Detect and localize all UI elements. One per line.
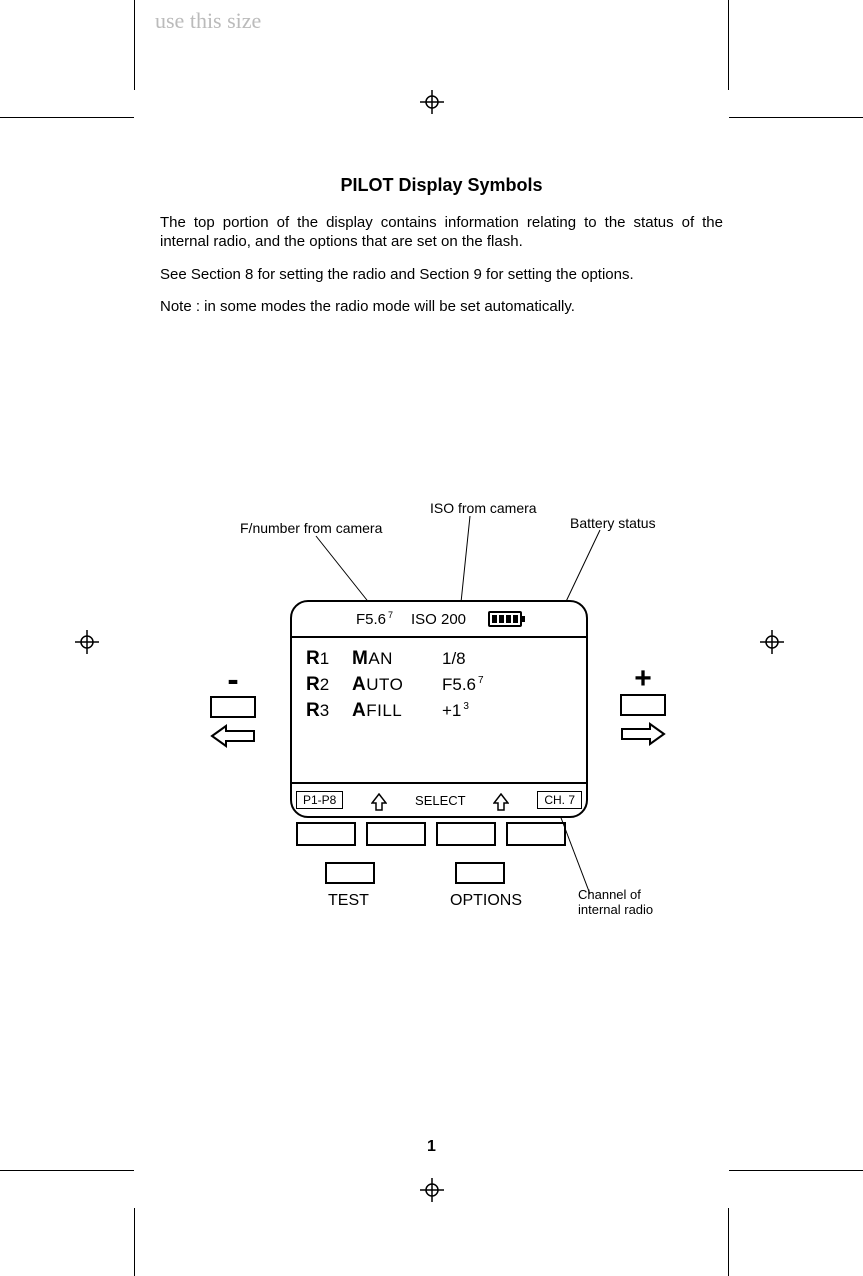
lcd-r-letter: R [306,700,320,721]
lcd-value-sup: 3 [463,701,469,712]
crop-mark [0,117,134,118]
crop-mark [0,1170,134,1171]
soft-button-row [296,822,566,846]
minus-sign: - [210,670,256,690]
crop-mark [729,1170,863,1171]
lcd-softlabel-mid: SELECT [415,793,466,808]
watermark-text: use this size [155,8,261,34]
lcd-r-letter: R [306,674,320,695]
lcd-row: R1 MAN 1/8 [306,648,572,670]
lcd-value: F5.6 [442,675,476,694]
paragraph: The top portion of the display contains … [160,214,723,252]
soft-button[interactable] [296,822,356,846]
options-button[interactable] [455,862,505,884]
lcd-fnumber: F5.6 7 [356,611,393,628]
plus-sign: + [620,670,666,688]
registration-mark-icon [420,90,444,114]
lcd-r-num: 2 [320,675,329,694]
lcd-mode-letter: A [352,674,366,695]
crop-mark [134,0,135,90]
crop-mark [729,117,863,118]
lcd-top-row: F5.6 7 ISO 200 [292,602,586,638]
page-number: 1 [0,1138,863,1156]
arrow-right-icon [620,722,666,746]
minus-button[interactable] [210,696,256,718]
test-button[interactable] [325,862,375,884]
lcd-r-num: 1 [320,649,329,668]
lcd-value-sup: 7 [478,675,484,686]
test-label: TEST [328,892,369,910]
lcd-body: R1 MAN 1/8 R2 AUTO F5.67 R3 AFILL +13 [292,638,586,780]
arrow-up-icon [371,793,387,807]
lcd-mode-rest: AN [368,649,393,668]
lcd-mode-rest: FILL [366,701,402,720]
options-label: OPTIONS [450,892,522,910]
crop-mark [728,0,729,90]
soft-button[interactable] [366,822,426,846]
lcd-mode-letter: A [352,700,366,721]
lcd-bottom-row: P1-P8 SELECT CH. 7 [292,782,586,816]
lcd-mode-letter: M [352,648,368,669]
soft-button[interactable] [436,822,496,846]
lcd-fnumber-value: F5.6 [356,611,386,628]
page-title: PILOT Display Symbols [160,175,723,196]
lcd-row: R3 AFILL +13 [306,700,572,722]
display-diagram: F/number from camera ISO from camera Bat… [100,470,760,930]
crop-mark [728,1208,729,1276]
paragraph: Note : in some modes the radio mode will… [160,298,723,317]
lcd-softlabel-left: P1-P8 [296,791,343,809]
lcd-value: 1/8 [442,649,466,668]
lcd-panel: F5.6 7 ISO 200 R1 MAN 1/8 R2 AUTO F5.67 … [290,600,588,818]
registration-mark-icon [75,630,99,654]
crop-mark [134,1208,135,1276]
extra-button-row [325,862,505,884]
lcd-fnumber-sup: 7 [388,611,393,620]
lcd-row: R2 AUTO F5.67 [306,674,572,696]
paragraph: See Section 8 for setting the radio and … [160,266,723,285]
arrow-left-icon [210,724,256,748]
lcd-r-num: 3 [320,701,329,720]
registration-mark-icon [420,1178,444,1202]
soft-button[interactable] [506,822,566,846]
lcd-value: +1 [442,701,461,720]
plus-control: + [620,670,666,746]
minus-control: - [210,670,256,748]
lcd-mode-rest: UTO [366,675,403,694]
lcd-r-letter: R [306,648,320,669]
battery-icon [488,611,522,627]
plus-button[interactable] [620,694,666,716]
lcd-softlabel-right: CH. 7 [537,791,582,809]
lcd-iso: ISO 200 [411,611,466,628]
arrow-up-icon [493,793,509,807]
registration-mark-icon [760,630,784,654]
